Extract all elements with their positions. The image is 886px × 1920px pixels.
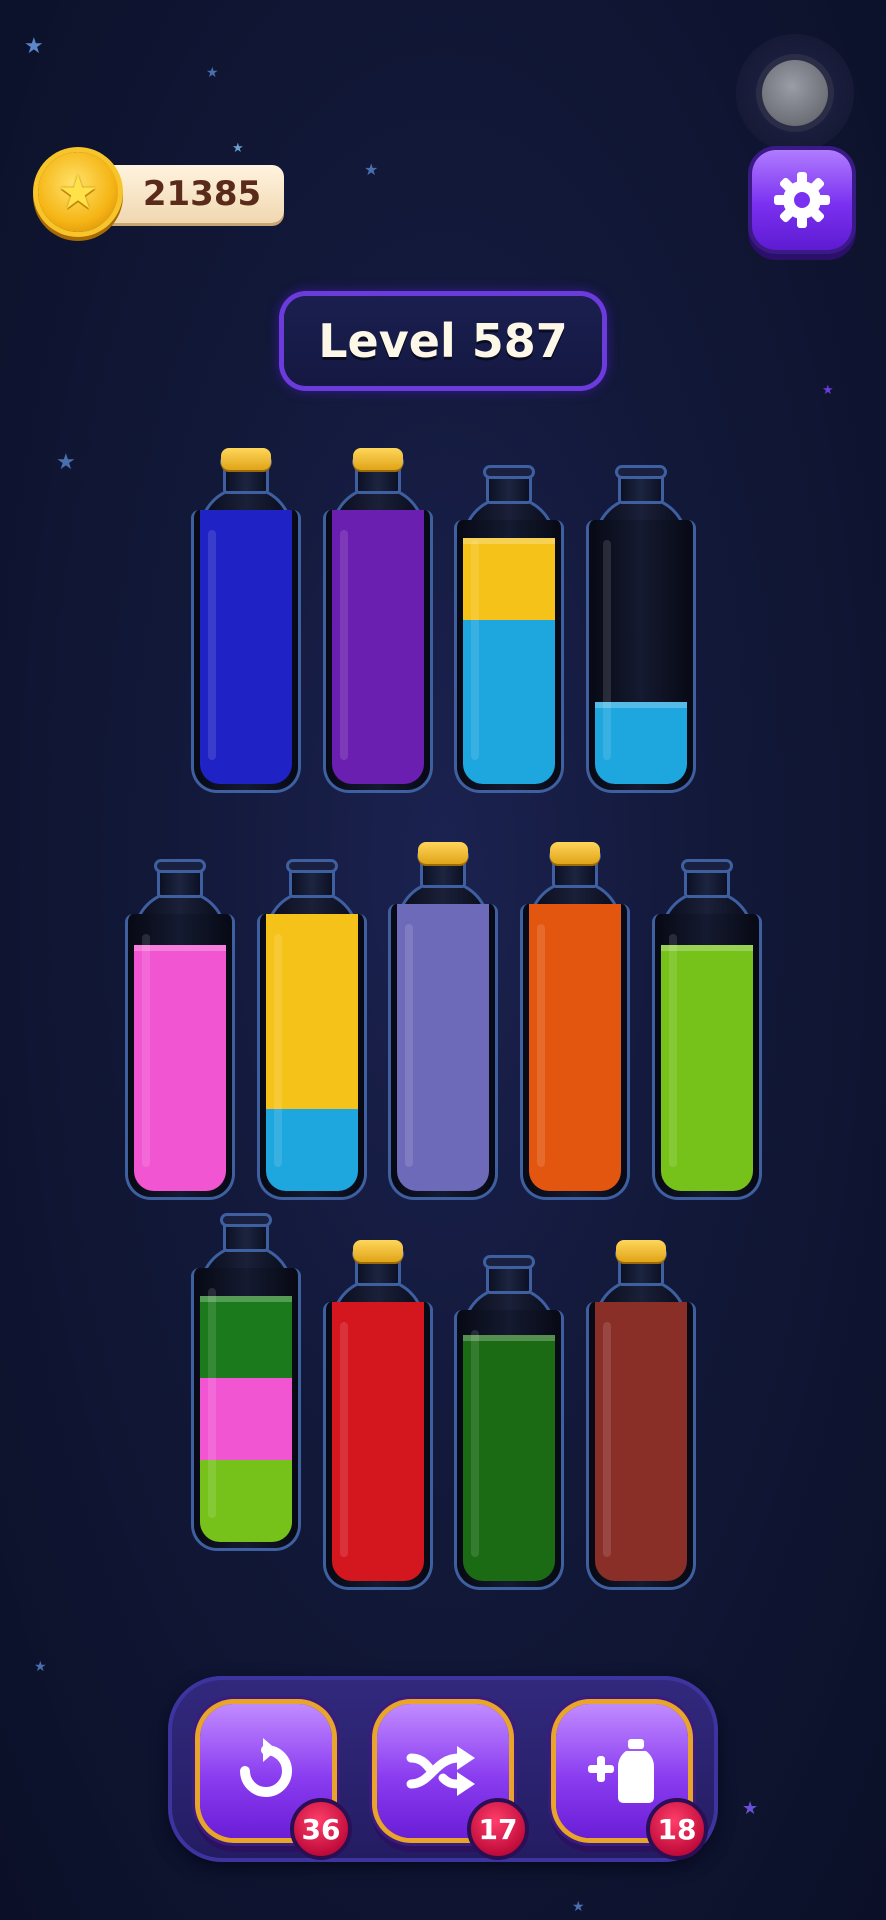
bottle[interactable] [388,842,498,1200]
bottle-body [454,1310,564,1590]
game-screen: { "header": { "coins": "21385", "level_l… [0,0,886,1920]
bottle-cork [616,1240,666,1262]
gear-icon [774,172,830,228]
bottle-body [191,1268,301,1551]
bottle-body [191,510,301,793]
bottle-body [125,914,235,1200]
bottle-neck [220,1213,272,1252]
bottle[interactable] [652,859,762,1200]
star-decoration: ★ [24,34,44,59]
bottle-neck [154,859,206,898]
bottle-body [520,904,630,1200]
bottle[interactable] [191,448,301,793]
coin-amount: 21385 [142,174,262,214]
bottle[interactable] [454,465,564,793]
round-menu-button[interactable] [736,34,854,152]
shuffle-icon [406,1746,475,1796]
bottle[interactable] [323,1240,433,1590]
bottle-neck [681,859,733,898]
bottle[interactable] [586,1240,696,1590]
bottle-body [454,520,564,793]
bottle-cork [221,448,271,470]
bottle-cork [353,1240,403,1262]
bottle[interactable] [257,859,367,1200]
add-bottle-count-badge: 18 [646,1798,708,1860]
star-decoration: ★ [742,1798,759,1819]
star-decoration: ★ [206,65,219,81]
level-title: Level 587 [318,314,568,368]
bottle-neck [615,465,667,504]
bottle-cork [550,842,600,864]
star-decoration: ★ [34,1659,47,1675]
bottle-body [586,520,696,793]
bottle[interactable] [454,1255,564,1590]
bottle-neck [483,465,535,504]
bottle[interactable] [191,1213,301,1551]
bottle-body [257,914,367,1200]
add-bottle-button[interactable]: 18 [556,1704,708,1860]
bottle[interactable] [125,859,235,1200]
bottle-body [652,914,762,1200]
star-decoration: ★ [822,383,834,398]
bottle[interactable] [323,448,433,793]
add-bottle-icon [588,1739,654,1803]
star-decoration: ★ [232,141,244,156]
bottle-neck [286,859,338,898]
bottle-cork [353,448,403,470]
star-decoration: ★ [56,450,76,475]
bottle-neck [483,1255,535,1294]
shuffle-button[interactable]: 17 [377,1704,529,1860]
star-decoration: ★ [364,160,379,179]
bottle-cork [418,842,468,864]
undo-icon [240,1738,292,1797]
settings-button[interactable] [752,150,852,250]
undo-button[interactable]: 36 [200,1704,352,1860]
bottle[interactable] [586,465,696,793]
bottle-body [323,510,433,793]
round-knob [762,60,828,126]
level-banner: Level 587 [284,296,602,386]
star-decoration: ★ [572,1899,585,1915]
shuffle-count-badge: 17 [467,1798,529,1860]
undo-count-badge: 36 [290,1798,352,1860]
coin-counter: 21385 [92,165,284,223]
bottle[interactable] [520,842,630,1200]
bottle-body [586,1302,696,1590]
bottle-body [388,904,498,1200]
bottle-body [323,1302,433,1590]
star-coin-icon: ★ [38,152,118,232]
